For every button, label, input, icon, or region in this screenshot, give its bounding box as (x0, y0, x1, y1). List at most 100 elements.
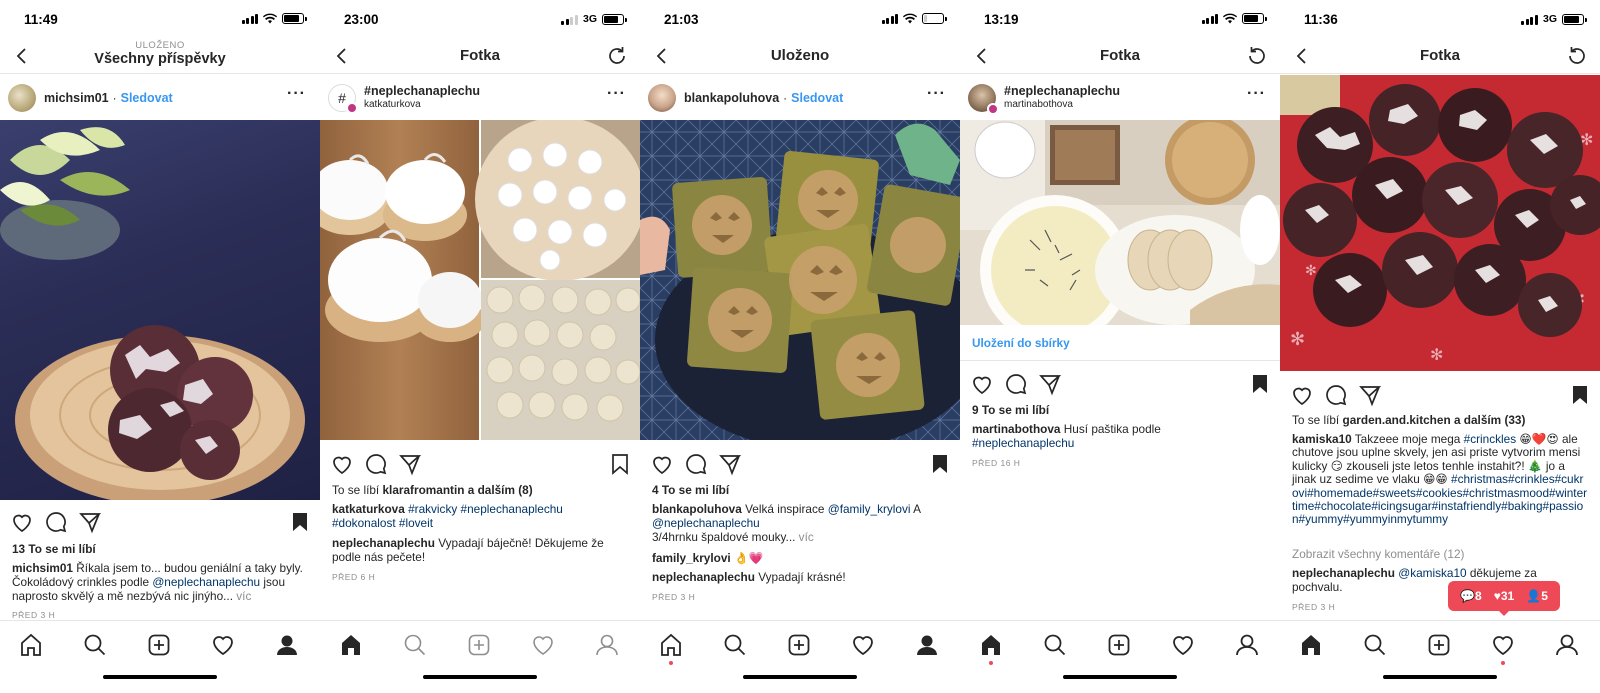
comment-username[interactable]: neplechanaplechu (652, 570, 755, 584)
refresh-icon[interactable] (1566, 45, 1588, 67)
post-photo-collage[interactable] (320, 120, 640, 440)
avatar[interactable] (648, 84, 676, 112)
avatar[interactable] (968, 84, 999, 115)
profile-icon[interactable] (914, 632, 940, 658)
post-author[interactable]: martinabothova (1004, 98, 1120, 111)
more-options-icon[interactable]: ··· (607, 86, 626, 102)
comment-username[interactable]: neplechanaplechu (332, 536, 435, 550)
activity-notification-popup[interactable]: 💬8 ♥31 👤5 (1448, 581, 1560, 616)
home-icon[interactable] (1298, 632, 1324, 658)
avatar[interactable] (8, 84, 36, 112)
likes-suffix[interactable]: a dalším (33) (1454, 413, 1525, 427)
more-link[interactable]: víc (236, 589, 251, 603)
likes-suffix[interactable]: a dalším (8) (468, 483, 533, 497)
like-icon[interactable] (10, 510, 34, 534)
search-icon[interactable] (722, 632, 748, 658)
activity-icon[interactable] (1490, 632, 1516, 658)
likes-count[interactable]: 4 To se mi líbí (652, 483, 948, 497)
post-author[interactable]: katkaturkova (364, 98, 480, 111)
profile-icon[interactable] (1554, 632, 1580, 658)
hashtag-avatar[interactable]: # (328, 84, 358, 114)
share-icon[interactable] (1038, 372, 1062, 396)
back-icon[interactable] (972, 46, 992, 66)
search-icon[interactable] (402, 632, 428, 658)
home-icon[interactable] (18, 632, 44, 658)
likes-summary[interactable]: To se líbí klarafromantin a dalším (8) (332, 483, 628, 497)
post-photo[interactable] (960, 120, 1280, 325)
more-options-icon[interactable]: ··· (1247, 86, 1266, 102)
more-options-icon[interactable]: ··· (927, 86, 946, 102)
back-icon[interactable] (1292, 46, 1312, 66)
add-post-icon[interactable] (1426, 632, 1452, 658)
back-icon[interactable] (12, 46, 32, 66)
more-options-icon[interactable]: ··· (287, 86, 306, 102)
more-link[interactable]: víc (799, 530, 814, 544)
activity-icon[interactable] (1170, 632, 1196, 658)
likes-user[interactable]: garden.and.kitchen (1343, 413, 1451, 427)
caption-hashtag[interactable]: #neplechanaplechu (972, 436, 1074, 450)
view-all-comments-link[interactable]: Zobrazit všechny komentáře (12) (1292, 547, 1588, 561)
follow-button[interactable]: Sledovat (121, 91, 173, 105)
activity-icon[interactable] (850, 632, 876, 658)
home-icon[interactable] (658, 632, 684, 658)
likes-summary[interactable]: To se líbí garden.and.kitchen a dalším (… (1292, 413, 1588, 427)
hashtag-name[interactable]: #neplechanaplechu (1004, 85, 1120, 98)
caption-hashtag[interactable]: #crinckles (1464, 432, 1516, 446)
comment-icon[interactable] (44, 510, 68, 534)
caption-username[interactable]: martinabothova (972, 422, 1061, 436)
caption-mention[interactable]: @neplechanaplechu (152, 575, 260, 589)
add-post-icon[interactable] (466, 632, 492, 658)
refresh-icon[interactable] (606, 45, 628, 67)
comment-mention[interactable]: @kamiska10 (1398, 566, 1466, 580)
follow-button[interactable]: Sledovat (791, 91, 843, 105)
saved-bookmark-icon[interactable] (1248, 372, 1272, 396)
hashtag-name[interactable]: #neplechanaplechu (364, 85, 480, 98)
activity-icon[interactable] (210, 632, 236, 658)
caption-username[interactable]: katkaturkova (332, 502, 405, 516)
save-to-collection-link[interactable]: Uložení do sbírky (972, 336, 1268, 350)
comment-icon[interactable] (1324, 383, 1348, 407)
like-icon[interactable] (650, 452, 674, 476)
share-icon[interactable] (78, 510, 102, 534)
activity-icon[interactable] (530, 632, 556, 658)
comment-icon[interactable] (684, 452, 708, 476)
profile-icon[interactable] (594, 632, 620, 658)
post-username[interactable]: blankapoluhova (684, 91, 779, 105)
post-photo[interactable] (0, 120, 320, 500)
back-icon[interactable] (332, 46, 352, 66)
add-post-icon[interactable] (786, 632, 812, 658)
comment-username[interactable]: neplechanaplechu (1292, 566, 1395, 580)
saved-bookmark-icon[interactable] (1568, 383, 1592, 407)
profile-icon[interactable] (1234, 632, 1260, 658)
post-username[interactable]: michsim01 (44, 91, 109, 105)
like-icon[interactable] (330, 452, 354, 476)
share-icon[interactable] (718, 452, 742, 476)
refresh-icon[interactable] (1246, 45, 1268, 67)
caption-mention[interactable]: @family_krylovi (828, 502, 911, 516)
share-icon[interactable] (398, 452, 422, 476)
caption-mention-2[interactable]: @neplechanaplechu (652, 516, 760, 530)
add-post-icon[interactable] (146, 632, 172, 658)
profile-icon[interactable] (274, 632, 300, 658)
post-photo[interactable] (640, 120, 960, 440)
search-icon[interactable] (1042, 632, 1068, 658)
search-icon[interactable] (1362, 632, 1388, 658)
back-icon[interactable] (652, 46, 672, 66)
comment-username[interactable]: family_krylovi (652, 551, 731, 565)
likes-count[interactable]: 9 To se mi líbí (972, 403, 1268, 417)
home-icon[interactable] (338, 632, 364, 658)
share-icon[interactable] (1358, 383, 1382, 407)
search-icon[interactable] (82, 632, 108, 658)
saved-bookmark-icon[interactable] (928, 452, 952, 476)
likes-user[interactable]: klarafromantin (383, 483, 465, 497)
like-icon[interactable] (970, 372, 994, 396)
post-photo[interactable]: ✻✻✻✻✻ (1280, 75, 1600, 371)
home-icon[interactable] (978, 632, 1004, 658)
likes-count[interactable]: 13 To se mi líbí (12, 542, 308, 556)
bookmark-icon[interactable] (608, 452, 632, 476)
caption-username[interactable]: kamiska10 (1292, 432, 1352, 446)
like-icon[interactable] (1290, 383, 1314, 407)
caption-username[interactable]: michsim01 (12, 561, 73, 575)
saved-bookmark-icon[interactable] (288, 510, 312, 534)
add-post-icon[interactable] (1106, 632, 1132, 658)
